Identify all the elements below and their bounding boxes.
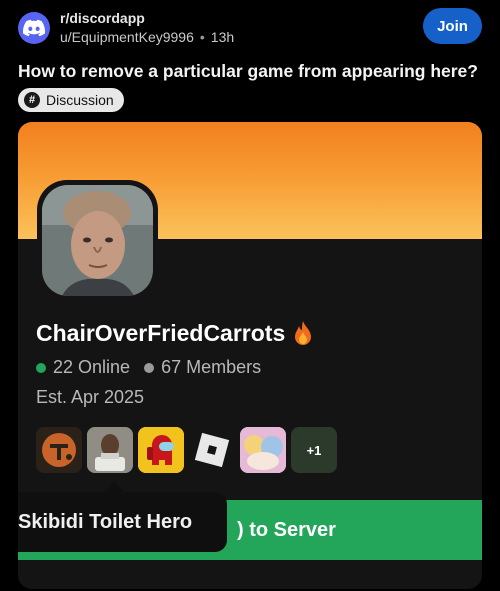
- online-status-icon: [36, 362, 46, 373]
- skibidi-toilet-hero-icon[interactable]: [87, 427, 133, 473]
- subreddit-avatar[interactable]: [18, 12, 50, 44]
- post-time: 13h: [210, 29, 235, 45]
- flair-badge[interactable]: # Discussion: [18, 88, 124, 112]
- post-image[interactable]: ChairOverFriedCarrots 22 Online 67 Membe…: [18, 122, 482, 589]
- member-count: 67 Members: [161, 357, 262, 377]
- subreddit-name[interactable]: r/discordapp: [60, 10, 145, 26]
- team-fortress-2-icon[interactable]: [36, 427, 82, 473]
- author-name[interactable]: u/EquipmentKey9996: [60, 29, 194, 45]
- server-avatar-photo-icon: [42, 185, 153, 296]
- member-status-icon: [144, 362, 155, 373]
- post-meta: u/EquipmentKey9996 • 13h: [60, 29, 234, 45]
- flair-label: Discussion: [46, 92, 114, 108]
- meta-separator: •: [199, 29, 205, 45]
- join-button[interactable]: Join: [423, 8, 482, 44]
- among-us-icon[interactable]: [138, 427, 184, 473]
- hash-icon: #: [24, 92, 40, 108]
- fire-icon: [295, 320, 312, 345]
- more-games-badge[interactable]: +1: [291, 427, 337, 473]
- discord-logo-icon: [23, 19, 45, 37]
- server-name-text: ChairOverFriedCarrots: [36, 320, 286, 346]
- post-header: r/discordapp u/EquipmentKey9996 • 13h Join: [0, 0, 500, 56]
- server-icon: [37, 180, 158, 301]
- server-name: ChairOverFriedCarrots: [36, 320, 313, 347]
- tooltip-text: Skibidi Toilet Hero: [18, 510, 193, 533]
- tooltip-arrow: [104, 482, 124, 492]
- established-date: Est. Apr 2025: [36, 387, 145, 407]
- online-count: 22 Online: [53, 357, 131, 377]
- post-title[interactable]: How to remove a particular game from app…: [18, 61, 488, 82]
- go-to-server-label: ) to Server: [237, 519, 336, 541]
- server-stats: 22 Online 67 Members: [36, 357, 261, 378]
- game-activity-list: +1: [36, 427, 342, 473]
- anime-game-icon[interactable]: [240, 427, 286, 473]
- roblox-icon[interactable]: [189, 427, 235, 473]
- more-games-count: +1: [306, 442, 322, 458]
- game-tooltip: Skibidi Toilet Hero: [18, 492, 227, 552]
